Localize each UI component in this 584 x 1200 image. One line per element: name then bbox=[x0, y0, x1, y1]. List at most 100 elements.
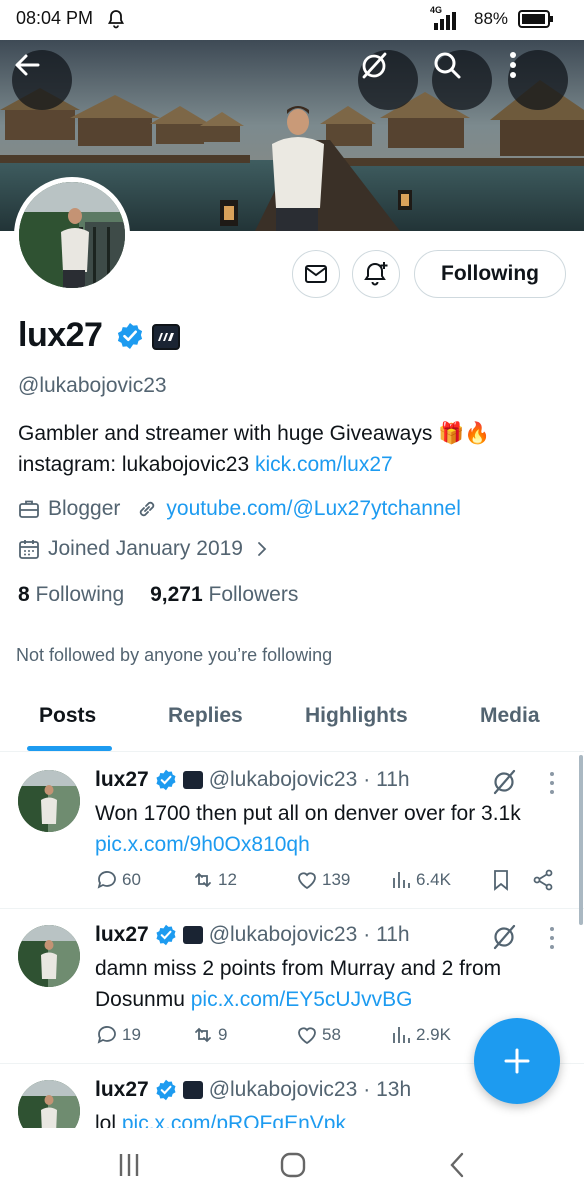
chevron-right-icon bbox=[258, 542, 267, 556]
tab-posts[interactable]: Posts bbox=[39, 704, 96, 728]
repost-icon bbox=[195, 872, 211, 888]
more-vertical-icon[interactable] bbox=[546, 925, 558, 951]
share-icon[interactable] bbox=[531, 868, 555, 892]
verified-badge-icon bbox=[156, 769, 176, 791]
following-count: 8 bbox=[18, 583, 30, 606]
system-nav-bar bbox=[0, 1128, 584, 1200]
tab-media[interactable]: Media bbox=[480, 704, 540, 728]
post-author-name[interactable]: lux27 bbox=[95, 768, 149, 792]
following-label: Following bbox=[35, 583, 125, 606]
views-button[interactable]: 2.9K bbox=[389, 1023, 451, 1047]
post-text: damn miss 2 points from Murray and 2 fro… bbox=[95, 953, 565, 1015]
repost-icon bbox=[195, 1027, 211, 1043]
following-count-link[interactable]: 8 Following bbox=[18, 583, 124, 606]
avatar-image bbox=[18, 1080, 80, 1128]
post-header: lux27 @lukabojovic23 · 11h bbox=[95, 768, 410, 792]
affiliate-badge-icon bbox=[182, 926, 203, 944]
followers-count: 9,271 bbox=[150, 583, 203, 606]
recent-apps-icon[interactable] bbox=[117, 1152, 141, 1178]
link-icon bbox=[140, 501, 155, 517]
bio-instagram-text: instagram: lukabojovic23 bbox=[18, 453, 255, 476]
bell-icon bbox=[107, 10, 125, 29]
reply-button[interactable]: 60 bbox=[95, 868, 141, 892]
active-tab-indicator bbox=[27, 746, 112, 751]
grok-icon[interactable] bbox=[490, 923, 518, 951]
verified-badge-icon bbox=[156, 924, 176, 946]
battery-icon bbox=[518, 10, 553, 28]
status-bar: 08:04 PM 4G 88% bbox=[0, 0, 584, 40]
home-icon[interactable] bbox=[280, 1152, 306, 1178]
reply-count: 19 bbox=[122, 1025, 141, 1044]
signal-icon bbox=[434, 12, 456, 30]
reply-count: 60 bbox=[122, 870, 141, 889]
not-followed-notice: Not followed by anyone you’re following bbox=[16, 645, 333, 665]
avatar-image bbox=[19, 182, 125, 288]
grok-button[interactable] bbox=[358, 50, 418, 110]
follow-counts: 8 Following 9,271 Followers bbox=[18, 583, 298, 607]
post-media-link[interactable]: pic.x.com/9h0Ox810qh bbox=[95, 833, 310, 856]
heart-icon bbox=[298, 1027, 316, 1045]
grok-icon[interactable] bbox=[490, 768, 518, 796]
calendar-icon bbox=[19, 540, 39, 559]
views-button[interactable]: 6.4K bbox=[389, 868, 451, 892]
message-button[interactable] bbox=[292, 250, 340, 298]
views-icon bbox=[393, 872, 410, 888]
affiliate-badge-icon bbox=[152, 324, 180, 350]
repost-button[interactable]: 9 bbox=[191, 1023, 227, 1047]
profile-meta-row-2[interactable]: Joined January 2019 bbox=[18, 537, 271, 561]
search-icon bbox=[434, 52, 461, 79]
post-author-name[interactable]: lux27 bbox=[95, 1078, 149, 1102]
back-button[interactable] bbox=[12, 50, 72, 110]
bio-line-1: Gambler and streamer with huge Giveaways… bbox=[18, 422, 491, 445]
profile-avatar[interactable] bbox=[14, 177, 130, 293]
post-timestamp: · 13h bbox=[363, 1078, 412, 1101]
post-body: lol bbox=[95, 1112, 122, 1128]
arrow-left-icon bbox=[15, 54, 40, 76]
reply-button[interactable]: 19 bbox=[95, 1023, 141, 1047]
more-options-button[interactable] bbox=[508, 50, 568, 110]
like-button[interactable]: 139 bbox=[295, 868, 350, 892]
post-media-link[interactable]: pic.x.com/pROFqEnVpk bbox=[122, 1112, 346, 1128]
post-item[interactable]: lux27 @lukabojovic23 · 11h Won 1700 then… bbox=[0, 754, 584, 909]
post-header: lux27 @lukabojovic23 · 13h bbox=[95, 1078, 411, 1102]
post-header: lux27 @lukabojovic23 · 11h bbox=[95, 923, 410, 947]
profile-category: Blogger bbox=[48, 497, 121, 520]
reply-icon bbox=[97, 1026, 116, 1044]
tab-replies[interactable]: Replies bbox=[168, 704, 243, 728]
post-author-name[interactable]: lux27 bbox=[95, 923, 149, 947]
bookmark-icon[interactable] bbox=[489, 868, 513, 892]
post-avatar[interactable] bbox=[18, 770, 80, 832]
post-actions: 60 12 139 6.4K bbox=[95, 868, 565, 896]
more-vertical-icon bbox=[510, 52, 516, 78]
compose-post-button[interactable] bbox=[474, 1018, 560, 1104]
verified-badge-icon bbox=[156, 1079, 176, 1101]
affiliate-badge-icon bbox=[182, 771, 203, 789]
post-author-handle: @lukabojovic23 bbox=[208, 768, 358, 791]
post-author-handle: @lukabojovic23 bbox=[208, 1078, 358, 1101]
tab-highlights[interactable]: Highlights bbox=[305, 704, 408, 728]
post-avatar[interactable] bbox=[18, 1080, 80, 1128]
more-vertical-icon[interactable] bbox=[546, 770, 558, 796]
post-author-handle: @lukabojovic23 bbox=[208, 923, 358, 946]
search-button[interactable] bbox=[432, 50, 492, 110]
post-media-link[interactable]: pic.x.com/EY5cUJvvBG bbox=[191, 988, 413, 1011]
notifications-button[interactable] bbox=[352, 250, 400, 298]
like-count: 139 bbox=[322, 870, 351, 889]
mail-icon bbox=[305, 265, 327, 283]
profile-website-link[interactable]: youtube.com/@Lux27ytchannel bbox=[166, 497, 461, 521]
like-button[interactable]: 58 bbox=[295, 1023, 341, 1047]
followers-count-link[interactable]: 9,271 Followers bbox=[150, 583, 298, 606]
post-timestamp: · 11h bbox=[363, 768, 410, 791]
repost-button[interactable]: 12 bbox=[191, 868, 237, 892]
avatar-image bbox=[18, 925, 80, 987]
profile-joined-date: Joined January 2019 bbox=[48, 537, 243, 560]
bio-kick-link[interactable]: kick.com/lux27 bbox=[255, 453, 393, 476]
post-avatar[interactable] bbox=[18, 925, 80, 987]
following-button[interactable]: Following bbox=[414, 250, 566, 298]
profile-meta-row-1: Blogger youtube.com/@Lux27ytchannel bbox=[18, 497, 461, 521]
briefcase-icon bbox=[19, 500, 39, 518]
scrollbar[interactable] bbox=[579, 755, 583, 925]
post-text: Won 1700 then put all on denver over for… bbox=[95, 798, 565, 860]
bio-line-2: instagram: lukabojovic23 kick.com/lux27 bbox=[18, 449, 574, 480]
back-nav-icon[interactable] bbox=[448, 1152, 466, 1178]
